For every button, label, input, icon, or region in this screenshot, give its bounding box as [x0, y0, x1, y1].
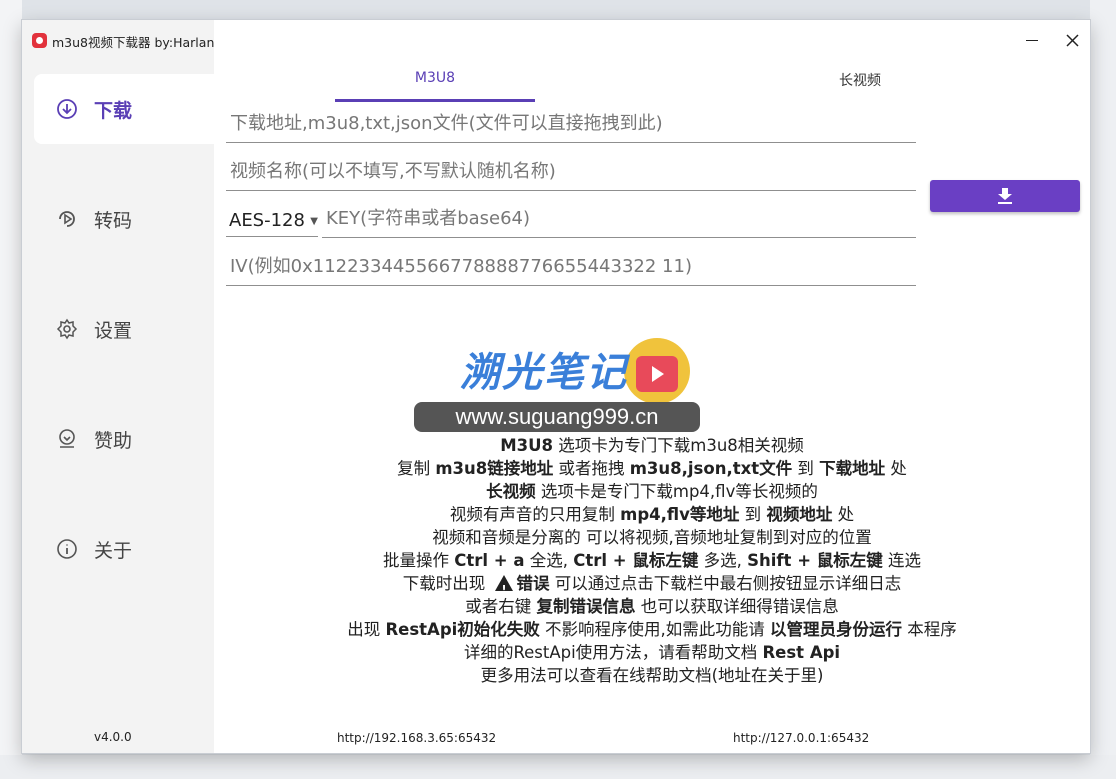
sidebar-item-label: 下载 — [94, 100, 133, 122]
window-title: m3u8视频下载器 by:Harlan — [52, 35, 215, 50]
transcode-icon — [59, 211, 75, 227]
gear-icon — [56, 318, 78, 340]
help-line: 视频和音频是分离的 可以将视频,音频地址复制到对应的位置 — [432, 528, 872, 547]
help-line: 详细的RestApi使用方法，请看帮助文档 Rest Api — [463, 643, 841, 662]
watermark: 溯光笔记 www.suguang999.cn — [414, 338, 704, 432]
sidebar-item-about[interactable]: 关于 — [34, 514, 214, 584]
sidebar-item-label: 赞助 — [94, 430, 133, 452]
info-icon — [57, 539, 77, 559]
active-tab-indicator — [335, 99, 535, 102]
encryption-method-value: AES-128 — [229, 210, 305, 231]
video-name-field[interactable] — [226, 154, 916, 191]
help-line: 复制 m3u8链接地址 或者拖拽 m3u8,json,txt文件 到 下载地址 … — [397, 459, 907, 478]
minimize-button[interactable] — [1018, 28, 1046, 52]
sidebar-item-label: 设置 — [94, 320, 133, 342]
help-line: 或者右键 复制错误信息 也可以获取详细得错误信息 — [465, 597, 839, 616]
sidebar-item-transcode[interactable]: 转码 — [34, 184, 214, 254]
watermark-logo: 溯光笔记 — [460, 350, 628, 396]
encryption-method-select[interactable]: AES-128 ▼ — [226, 208, 318, 237]
sidebar-item-download[interactable]: 下载 — [34, 74, 214, 144]
sidebar: 下载 转码 设置 赞助 关于 — [22, 62, 214, 753]
watermark-url: www.suguang999.cn — [414, 402, 700, 432]
watermark-video-icon — [624, 338, 690, 404]
help-line: 更多用法可以查看在线帮助文档(地址在关于里) — [480, 666, 824, 685]
download-circle-icon — [57, 99, 77, 119]
key-field[interactable] — [322, 201, 916, 238]
sidebar-item-label: 转码 — [94, 210, 133, 232]
desktop-background-right — [1090, 0, 1116, 779]
help-text: M3U8 选项卡为专门下载m3u8相关视频 复制 m3u8链接地址 或者拖拽 m… — [214, 434, 1090, 687]
help-line: 出现 RestApi初始化失败 不影响程序使用,如需此功能请 以管理员身份运行 … — [347, 620, 957, 639]
url-field[interactable] — [226, 106, 916, 143]
desktop-background-bottom — [0, 755, 1116, 779]
key-input[interactable] — [322, 201, 916, 235]
status-lan-address: http://192.168.3.65:65432 — [337, 731, 497, 745]
tab-long-video[interactable]: 长视频 — [800, 70, 920, 90]
title-bar: m3u8视频下载器 by:Harlan — [22, 20, 214, 62]
sidebar-item-sponsor[interactable]: 赞助 — [34, 404, 214, 474]
warning-icon — [494, 575, 513, 601]
sidebar-item-settings[interactable]: 设置 — [34, 294, 214, 364]
tab-bar: M3U8 长视频 — [214, 62, 1090, 104]
status-local-address: http://127.0.0.1:65432 — [733, 731, 870, 745]
app-window: m3u8视频下载器 by:Harlan 下载 转码 设置 赞助 关于 v4.0.… — [22, 20, 1090, 753]
help-line: 长视频 选项卡是专门下载mp4,flv等长视频的 — [486, 482, 818, 501]
minimize-icon — [1026, 39, 1038, 41]
url-input[interactable] — [226, 106, 916, 140]
close-icon — [1065, 33, 1079, 47]
help-line: M3U8 选项卡为专门下载m3u8相关视频 — [500, 436, 804, 455]
download-button[interactable] — [930, 180, 1080, 212]
help-line: 批量操作 Ctrl + a 全选, Ctrl + 鼠标左键 多选, Shift … — [382, 551, 922, 570]
iv-input[interactable] — [226, 249, 916, 283]
download-icon — [998, 188, 1012, 204]
version-label: v4.0.0 — [94, 730, 132, 744]
help-line: 视频有声音的只用复制 mp4,flv等地址 到 视频地址 处 — [449, 505, 855, 524]
tab-m3u8[interactable]: M3U8 — [335, 70, 535, 86]
help-line: 下载时出现 错误 可以通过点击下载栏中最右侧按钮显示详细日志 — [214, 572, 1090, 601]
close-button[interactable] — [1058, 28, 1086, 52]
video-name-input[interactable] — [226, 154, 916, 188]
chevron-down-icon: ▼ — [310, 216, 318, 227]
app-logo-icon — [32, 33, 47, 48]
sidebar-item-label: 关于 — [94, 540, 133, 562]
desktop-background-left — [0, 0, 22, 779]
iv-field[interactable] — [226, 249, 916, 286]
sponsor-icon — [59, 429, 75, 448]
